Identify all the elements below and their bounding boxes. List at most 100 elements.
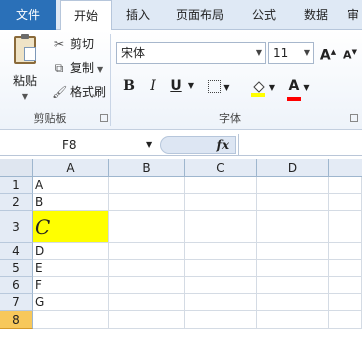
grid-cell[interactable] — [109, 260, 185, 277]
paint-bucket-icon — [250, 79, 265, 97]
grid-cell[interactable] — [329, 177, 362, 194]
italic-button[interactable]: I — [142, 74, 164, 98]
font-color-button[interactable]: A ▼ — [282, 74, 316, 101]
formula-bar: F8 ▼ fx — [0, 134, 362, 156]
grid-cell[interactable] — [329, 294, 362, 311]
column-header-c[interactable]: C — [185, 159, 257, 177]
clipboard-group-label: 剪贴板 — [33, 112, 67, 125]
shrink-font-button[interactable]: A▼ — [340, 40, 360, 64]
grid-cell[interactable] — [257, 177, 329, 194]
borders-button[interactable]: ▼ — [206, 74, 232, 98]
grid-cell[interactable] — [109, 194, 185, 211]
row-header[interactable]: 5 — [0, 260, 33, 277]
grid-cell[interactable]: C — [33, 211, 109, 243]
grow-font-icon: A — [319, 47, 331, 64]
grid-cell[interactable] — [185, 277, 257, 294]
grid-cell[interactable] — [109, 211, 185, 243]
borders-icon — [208, 79, 222, 93]
tab-page-layout[interactable]: 页面布局 — [166, 0, 234, 30]
tab-home[interactable]: 开始 — [60, 0, 112, 31]
cut-button[interactable]: ✂ 剪切 — [52, 34, 94, 54]
grid-cell[interactable] — [185, 211, 257, 243]
tab-insert[interactable]: 插入 — [116, 0, 160, 30]
tab-formulas[interactable]: 公式 — [242, 0, 286, 30]
spreadsheet-grid: A B C D 1A2B3C4D5E6F7G8 — [0, 159, 362, 338]
grid-cell[interactable] — [33, 311, 109, 329]
grid-cell[interactable] — [257, 211, 329, 243]
grid-cell[interactable]: E — [33, 260, 109, 277]
grid-cell[interactable] — [257, 194, 329, 211]
grid-cell[interactable] — [329, 277, 362, 294]
row-header[interactable]: 8 — [0, 311, 33, 329]
grid-cell[interactable] — [257, 243, 329, 260]
column-header-b[interactable]: B — [109, 159, 185, 177]
grid-cell[interactable] — [185, 294, 257, 311]
insert-function-button[interactable]: fx — [160, 136, 236, 154]
grid-cell[interactable] — [185, 243, 257, 260]
underline-button[interactable]: U — [166, 74, 186, 98]
grid-cell[interactable] — [329, 194, 362, 211]
row-header[interactable]: 2 — [0, 194, 33, 211]
grid-cell[interactable] — [109, 243, 185, 260]
grid-cell[interactable] — [185, 260, 257, 277]
grid-cell[interactable] — [257, 260, 329, 277]
copy-label: 复制 — [70, 61, 95, 75]
cut-label: 剪切 — [70, 37, 95, 51]
tab-data[interactable]: 数据 — [294, 0, 338, 30]
tab-file[interactable]: 文件 — [0, 0, 56, 30]
grid-cell[interactable] — [109, 294, 185, 311]
grid-cell[interactable] — [185, 194, 257, 211]
select-all-corner[interactable] — [0, 159, 33, 177]
grid-cell[interactable] — [329, 211, 362, 243]
grid-cell[interactable]: F — [33, 277, 109, 294]
grid-cell[interactable] — [109, 177, 185, 194]
ribbon-home: 粘贴 ▼ ✂ 剪切 ⧉ 复制 ▼ 🖌 格式刷 剪贴板 宋体 ▼ 11 ▼ A▲ A▼ B… — [0, 30, 362, 130]
grow-font-button[interactable]: A▲ — [318, 40, 338, 64]
row-header[interactable]: 6 — [0, 277, 33, 294]
tab-review[interactable]: 审 — [344, 0, 362, 30]
grid-cell[interactable]: B — [33, 194, 109, 211]
font-color-icon: A — [286, 74, 301, 101]
paste-button[interactable]: 粘贴 ▼ — [6, 34, 44, 106]
paintbrush-icon: 🖌 — [52, 85, 68, 99]
paste-dropdown-arrow[interactable]: ▼ — [6, 92, 44, 101]
row-header[interactable]: 7 — [0, 294, 33, 311]
grid-cell[interactable] — [109, 277, 185, 294]
grid-cell[interactable] — [257, 311, 329, 329]
name-box[interactable]: F8 ▼ — [0, 134, 158, 156]
grid-cell[interactable]: D — [33, 243, 109, 260]
grid-cell[interactable]: A — [33, 177, 109, 194]
column-header-a[interactable]: A — [33, 159, 109, 177]
grid-cell[interactable] — [109, 311, 185, 329]
paste-icon — [14, 34, 36, 64]
underline-dropdown-arrow[interactable]: ▼ — [186, 74, 196, 98]
formula-input[interactable] — [238, 134, 362, 156]
copy-button[interactable]: ⧉ 复制 ▼ — [52, 58, 103, 78]
row-header[interactable]: 1 — [0, 177, 33, 194]
grid-cell[interactable]: G — [33, 294, 109, 311]
row-header[interactable]: 4 — [0, 243, 33, 260]
font-size-select[interactable]: 11 ▼ — [268, 42, 314, 64]
group-divider — [110, 34, 111, 126]
font-name-value: 宋体 — [121, 46, 146, 60]
clipboard-launcher-icon[interactable] — [100, 114, 108, 122]
font-name-select[interactable]: 宋体 ▼ — [116, 42, 266, 64]
grid-cell[interactable] — [329, 260, 362, 277]
format-painter-button[interactable]: 🖌 格式刷 — [52, 82, 106, 102]
fill-color-button[interactable]: ▼ — [246, 74, 280, 98]
row-header[interactable]: 3 — [0, 211, 33, 243]
grid-cell[interactable] — [257, 294, 329, 311]
copy-icon: ⧉ — [54, 61, 64, 75]
grid-cell[interactable] — [185, 311, 257, 329]
font-launcher-icon[interactable] — [350, 114, 358, 122]
name-box-value: F8 — [62, 138, 77, 152]
column-header-e[interactable] — [329, 159, 362, 177]
grid-cell[interactable] — [185, 177, 257, 194]
column-header-d[interactable]: D — [257, 159, 329, 177]
grid-cell[interactable] — [329, 311, 362, 329]
chevron-down-icon: ▼ — [303, 48, 310, 57]
grid-cell[interactable] — [329, 243, 362, 260]
bold-button[interactable]: B — [118, 74, 140, 98]
shrink-font-icon: A — [343, 48, 352, 62]
grid-cell[interactable] — [257, 277, 329, 294]
